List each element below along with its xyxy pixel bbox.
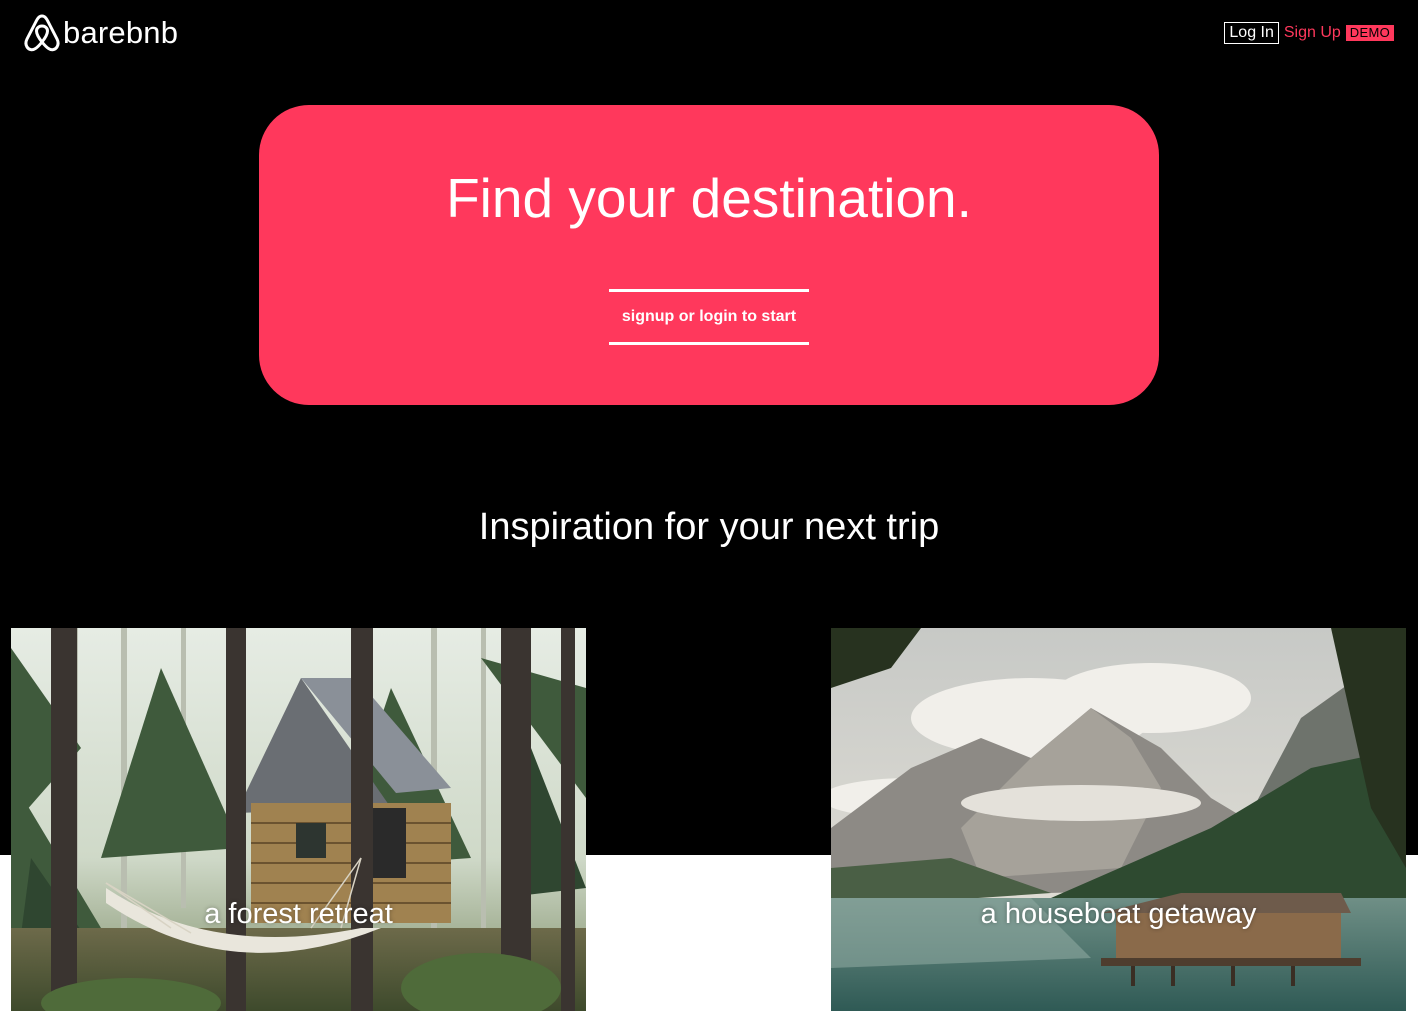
forest-cabin-image (11, 628, 586, 1011)
brand-logo[interactable]: barebnb (22, 12, 178, 54)
card-label: a forest retreat (204, 898, 393, 930)
card-label: a houseboat getaway (980, 898, 1257, 930)
signup-login-cta-button[interactable]: signup or login to start (609, 289, 809, 345)
hero-title: Find your destination. (446, 167, 972, 229)
airbnb-belo-icon (24, 14, 60, 52)
hero-panel: Find your destination. signup or login t… (259, 105, 1159, 405)
inspiration-heading: Inspiration for your next trip (478, 506, 940, 548)
signup-link[interactable]: Sign Up (1284, 23, 1341, 43)
inspiration-card-houseboat[interactable]: a houseboat getaway (831, 628, 1406, 1011)
login-button[interactable]: Log In (1224, 22, 1279, 44)
page: barebnb Log In Sign Up DEMO Find your de… (0, 0, 1418, 1018)
mountain-lake-image (831, 628, 1406, 1011)
demo-button[interactable]: DEMO (1345, 25, 1394, 41)
auth-nav: Log In Sign Up DEMO (1224, 21, 1394, 45)
inspiration-card-forest[interactable]: a forest retreat (11, 628, 586, 1011)
brand-name: barebnb (63, 15, 179, 50)
